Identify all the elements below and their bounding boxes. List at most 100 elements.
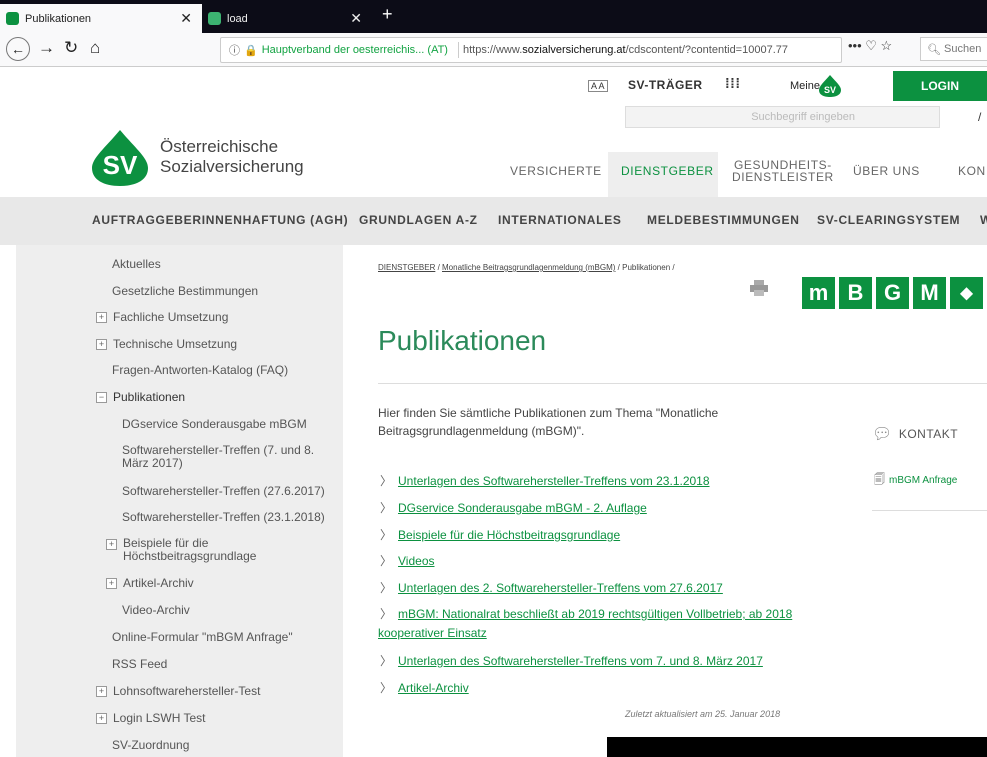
link-artikel-archiv[interactable]: 〉 Artikel-Archiv <box>380 679 469 696</box>
breadcrumb: DIENSTGEBER / Monatliche Beitragsgrundla… <box>378 263 675 272</box>
sidebar-item-sw-treffen-juni[interactable]: Softwarehersteller-Treffen (27.6.2017) <box>122 484 325 498</box>
sidebar-item-dgservice[interactable]: DGservice Sonderausgabe mBGM <box>122 417 307 431</box>
link-treffen-2017-maerz[interactable]: 〉 Unterlagen des Softwarehersteller-Treff… <box>380 652 763 669</box>
divider <box>872 510 987 511</box>
sidebar-item-gesetzliche-bestimmungen[interactable]: Gesetzliche Bestimmungen <box>112 284 258 298</box>
link-beispiele[interactable]: 〉 Beispiele für die Höchstbeitragsgrundla… <box>380 526 620 543</box>
intro-text: Hier finden Sie sämtliche Publikationen … <box>378 406 719 438</box>
link-nationalrat-cont[interactable]: kooperativer Einsatz <box>378 626 487 640</box>
info-icon[interactable]: ⓘ <box>221 42 240 58</box>
sidebar-item-publikationen[interactable]: − Publikationen <box>96 390 185 404</box>
link-treffen-2017-juni[interactable]: 〉 Unterlagen des 2. Softwarehersteller-Tr… <box>380 579 723 596</box>
new-tab-button[interactable]: + <box>382 4 393 25</box>
sidebar-item-lohnsoftware-test[interactable]: + Lohnsoftwarehersteller-Test <box>96 684 260 698</box>
sidebar-item-faq[interactable]: Fragen-Antworten-Katalog (FAQ) <box>112 363 288 377</box>
sidebar-item-technische-umsetzung[interactable]: + Technische Umsetzung <box>96 337 237 351</box>
expand-icon[interactable]: + <box>96 713 107 725</box>
sidebar-item-artikel-archiv[interactable]: + Artikel-Archiv <box>106 576 194 590</box>
subnav-more[interactable]: W <box>980 213 987 227</box>
subnav-sv-clearing[interactable]: SV-CLEARINGSYSTEM <box>817 213 960 227</box>
sidebar-item-beispiele[interactable]: + Beispiele für die Höchstbeitragsgrundla… <box>106 537 256 563</box>
chevron-right-icon: 〉 <box>380 581 393 595</box>
url-bar[interactable]: ⓘ 🔒 Hauptverband der oesterreichis... (A… <box>220 37 842 63</box>
sv-logo-icon[interactable]: SV <box>90 128 150 188</box>
logo-letters: SV <box>103 150 138 180</box>
sidebar-item-sw-treffen-maerz[interactable]: Softwarehersteller-Treffen (7. und 8. Mä… <box>122 444 314 470</box>
browser-tab-bar: Publikationen ✕ load ✕ + <box>0 0 987 33</box>
chevron-right-icon: 〉 <box>380 681 393 695</box>
chevron-right-icon: 〉 <box>380 528 393 542</box>
sidebar-item-online-formular[interactable]: Online-Formular "mBGM Anfrage" <box>112 630 293 644</box>
site-logo-text[interactable]: Österreichische Sozialversicherung <box>160 137 304 177</box>
nav-kontakt[interactable]: KON <box>958 165 986 177</box>
print-icon[interactable] <box>750 280 768 296</box>
subnav-agh[interactable]: AUFTRAGGEBERINNENHAFTUNG (AGH) <box>92 213 348 227</box>
reload-icon[interactable]: ↻ <box>64 38 78 58</box>
expand-icon[interactable]: + <box>96 339 107 351</box>
expand-icon[interactable]: + <box>106 578 117 590</box>
chevron-right-icon: 〉 <box>380 654 393 668</box>
back-icon[interactable]: ← <box>6 37 30 61</box>
link-videos[interactable]: 〉 Videos <box>380 552 435 569</box>
mbgm-logo: m B G M ◆ <box>802 277 983 309</box>
link-nationalrat[interactable]: 〉 mBGM: Nationalrat beschließt ab 2019 re… <box>380 605 792 622</box>
breadcrumb-dienstgeber[interactable]: DIENSTGEBER <box>378 263 435 272</box>
sidebar-item-aktuelles[interactable]: Aktuelles <box>112 257 161 271</box>
tab-load[interactable]: load ✕ <box>202 4 372 33</box>
form-icon: 🗐 <box>874 474 885 486</box>
divider <box>378 383 987 384</box>
logo-letters: SV <box>824 85 836 95</box>
sv-favicon-icon <box>6 12 19 25</box>
nav-versicherte[interactable]: VERSICHERTE <box>510 165 602 177</box>
sidebar-item-rss[interactable]: RSS Feed <box>112 657 167 671</box>
login-button[interactable]: LOGIN <box>893 71 987 101</box>
home-icon[interactable]: ⌂ <box>90 38 100 58</box>
expand-icon[interactable]: + <box>106 539 117 550</box>
last-updated-text: Zuletzt aktualisiert am 25. Januar 2018 <box>625 709 781 719</box>
sv-traeger-link[interactable]: SV-TRÄGER <box>628 78 703 92</box>
mbgm-anfrage-link[interactable]: 🗐 mBGM Anfrage <box>874 471 957 490</box>
search-icon: 🔍︎ <box>927 43 945 56</box>
black-overlay-bar <box>607 737 987 757</box>
subnav-grundlagen[interactable]: GRUNDLAGEN A-Z <box>359 213 478 227</box>
kontakt-heading: 💬︎ KONTAKT <box>872 426 959 443</box>
grid-menu-icon[interactable]: ⁞⁞⁞ <box>725 75 741 91</box>
expand-icon[interactable]: + <box>96 686 107 698</box>
meine-sv-label[interactable]: Meine <box>790 80 820 92</box>
forward-icon[interactable]: → <box>38 38 55 58</box>
chevron-right-icon: 〉 <box>380 554 393 568</box>
chat-bubble-icon: 💬︎ <box>872 426 893 443</box>
lock-icon: 🔒 <box>244 44 258 57</box>
subnav-internationales[interactable]: INTERNATIONALES <box>498 213 622 227</box>
subnav-meldebestimmungen[interactable]: MELDEBESTIMMUNGEN <box>647 213 800 227</box>
meine-sv-logo-icon[interactable]: SV <box>818 74 842 98</box>
nav-ueber-uns[interactable]: ÜBER UNS <box>853 165 920 177</box>
site-search-input[interactable]: Suchbegriff eingeben <box>625 106 940 128</box>
breadcrumb-mbgm[interactable]: Monatliche Beitragsgrundlagenmeldung (mB… <box>442 263 615 272</box>
chevron-right-icon: 〉 <box>380 501 393 515</box>
link-dgservice[interactable]: 〉 DGservice Sonderausgabe mBGM - 2. Aufla… <box>380 499 647 516</box>
sv-favicon-icon <box>208 12 221 25</box>
url-separator <box>457 42 459 58</box>
tab-publikationen[interactable]: Publikationen ✕ <box>0 4 202 33</box>
nav-gesundheitsdienstleister[interactable]: GESUNDHEITS- DIENSTLEISTER <box>732 159 834 183</box>
sidebar-item-fachliche-umsetzung[interactable]: + Fachliche Umsetzung <box>96 310 228 324</box>
font-size-toggle[interactable]: A A <box>588 80 608 92</box>
collapse-icon[interactable]: − <box>96 392 107 404</box>
close-tab-icon[interactable]: ✕ <box>180 10 192 27</box>
sidebar-item-sw-treffen-jan[interactable]: Softwarehersteller-Treffen (23.1.2018) <box>122 510 325 524</box>
expand-icon[interactable]: + <box>96 312 107 324</box>
link-treffen-2018[interactable]: 〉 Unterlagen des Softwarehersteller-Treff… <box>380 472 710 489</box>
url-text: https://www.sozialversicherung.at/cdscon… <box>462 44 788 56</box>
search-submit-icon[interactable]: / <box>978 110 981 124</box>
sidebar-item-video-archiv[interactable]: Video-Archiv <box>122 603 190 617</box>
sidebar-item-sv-zuordnung[interactable]: SV-Zuordnung <box>112 738 189 752</box>
browser-search-input[interactable]: 🔍︎ Suchen <box>920 37 987 61</box>
close-tab-icon[interactable]: ✕ <box>350 10 362 27</box>
nav-dienstgeber[interactable]: DIENSTGEBER <box>621 165 714 177</box>
chevron-right-icon: 〉 <box>380 474 393 488</box>
site-identity: Hauptverband der oesterreichis... (AT) <box>261 44 448 56</box>
page-title: Publikationen <box>378 325 547 356</box>
sidebar-item-login-lswh[interactable]: + Login LSWH Test <box>96 711 206 725</box>
page-actions-icon[interactable]: ••• ♡ ☆ <box>848 38 892 54</box>
